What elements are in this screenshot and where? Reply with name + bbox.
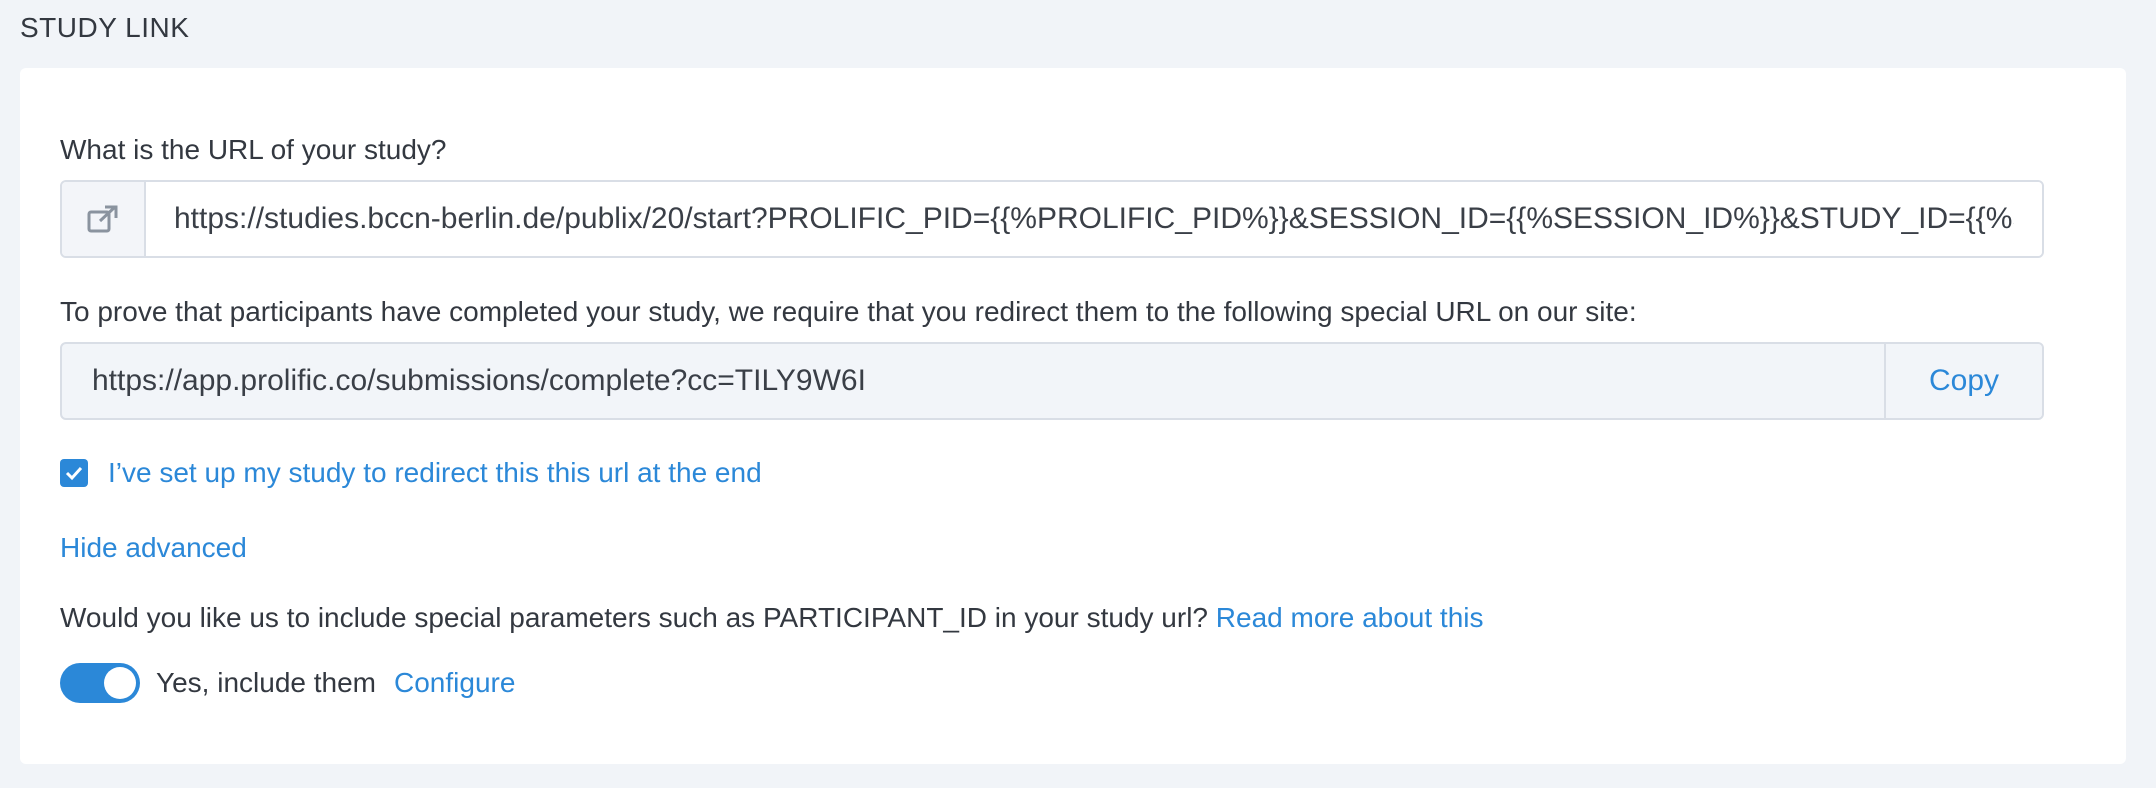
read-more-link[interactable]: Read more about this bbox=[1216, 602, 1484, 633]
include-params-toggle[interactable] bbox=[60, 663, 140, 703]
configure-link[interactable]: Configure bbox=[394, 667, 515, 699]
params-question: Would you like us to include special par… bbox=[60, 602, 1208, 633]
redirect-checkbox-label[interactable]: I’ve set up my study to redirect this th… bbox=[108, 457, 762, 489]
study-url-label: What is the URL of your study? bbox=[60, 134, 447, 165]
hide-advanced-link[interactable]: Hide advanced bbox=[60, 532, 247, 564]
redirect-checkbox[interactable] bbox=[60, 459, 88, 487]
params-toggle-row: Yes, include them Configure bbox=[60, 663, 515, 703]
section-title: STUDY LINK bbox=[20, 12, 190, 43]
toggle-label: Yes, include them bbox=[156, 667, 376, 698]
params-question-row: Would you like us to include special par… bbox=[60, 602, 1484, 634]
completion-url-group: https://app.prolific.co/submissions/comp… bbox=[60, 342, 2044, 420]
external-link-icon[interactable] bbox=[62, 182, 146, 256]
completion-label: To prove that participants have complete… bbox=[60, 296, 1637, 327]
study-url-group bbox=[60, 180, 2044, 258]
completion-url: https://app.prolific.co/submissions/comp… bbox=[92, 364, 866, 397]
copy-button[interactable]: Copy bbox=[1884, 344, 2042, 418]
redirect-checkbox-row[interactable]: I’ve set up my study to redirect this th… bbox=[60, 457, 762, 489]
toggle-knob bbox=[104, 667, 136, 699]
study-url-input[interactable] bbox=[146, 182, 2042, 256]
